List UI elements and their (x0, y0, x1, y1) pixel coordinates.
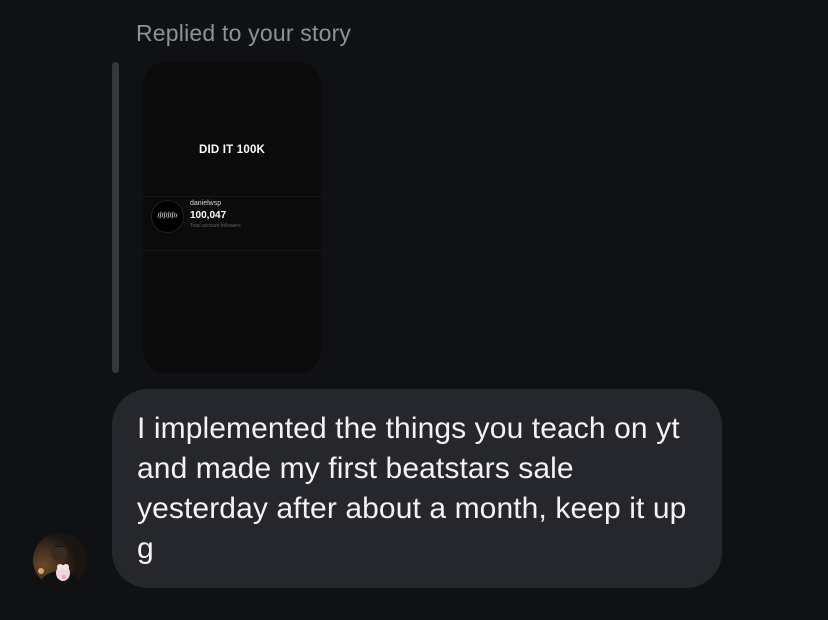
story-follower-count: 100,047 (190, 210, 227, 221)
story-caption: Total account followers (190, 223, 241, 229)
story-username: danielwsp (190, 200, 222, 207)
story-divider (143, 196, 321, 197)
quote-bar (112, 62, 119, 373)
profile-logo-icon (151, 200, 184, 233)
message-text: I implemented the things you teach on yt… (137, 412, 687, 565)
story-preview-card[interactable]: DID IT 100K danielwsp 100,047 Total acco… (143, 62, 321, 373)
story-title: DID IT 100K (198, 144, 266, 156)
sender-avatar[interactable] (33, 533, 87, 587)
story-reply-header: Replied to your story (136, 20, 352, 46)
message-bubble[interactable]: I implemented the things you teach on yt… (112, 389, 722, 588)
dm-thread-screen: Replied to your story DID IT 100K daniel… (0, 0, 828, 620)
story-divider (143, 250, 321, 251)
